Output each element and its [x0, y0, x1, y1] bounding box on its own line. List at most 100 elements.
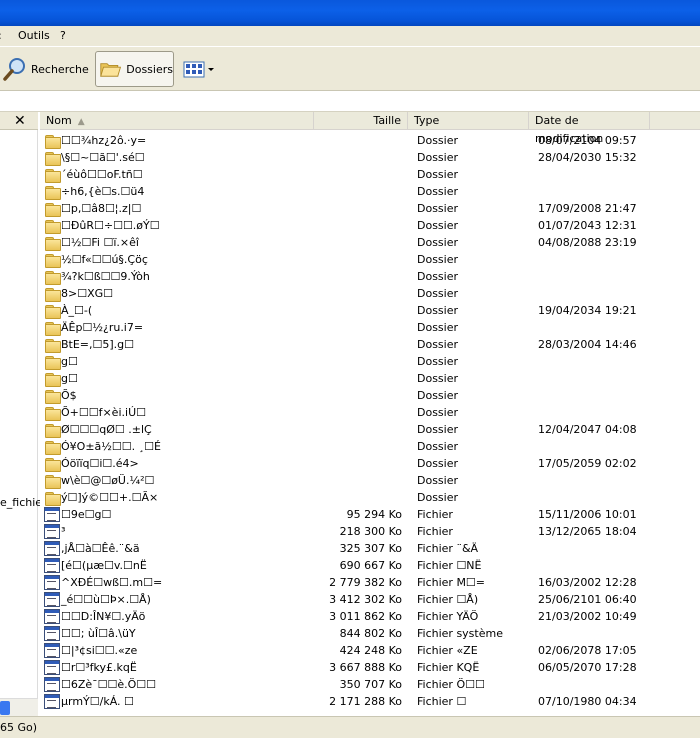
table-row[interactable]: Õ+☐☐f×èi.iÚ☐ Dossier: [40, 404, 700, 421]
folder-icon: [44, 269, 61, 285]
row-type: Fichier ¨&Ä: [417, 542, 479, 555]
scrollbar-thumb[interactable]: [0, 701, 10, 715]
row-date: 28/04/2030 15:32: [538, 151, 637, 164]
folder-icon: [44, 388, 61, 404]
table-row[interactable]: À_☐-(Dossier 19/04/2034 19:21: [40, 302, 700, 319]
row-name: Ó¥O±ã½☐☐. ¸☐É: [61, 440, 161, 453]
table-row[interactable]: Óöïïq☐i☐.é4> Dossier 17/05/2059 02:02: [40, 455, 700, 472]
horizontal-scrollbar[interactable]: [0, 698, 38, 716]
row-name: ☐☐; ùÎ☐â.\üY: [61, 627, 136, 640]
row-date: 17/05/2059 02:02: [538, 457, 637, 470]
column-header-name[interactable]: Nom ▲: [40, 112, 314, 130]
views-icon: [183, 61, 214, 78]
folder-icon: [44, 456, 61, 472]
row-type: Dossier: [417, 253, 459, 266]
views-button[interactable]: [181, 51, 217, 87]
search-button-label: Recherche: [31, 62, 89, 76]
column-header-date[interactable]: Date de modification: [529, 112, 650, 145]
row-name: ^XÐÉ☐wß☐.m☐=: [61, 576, 163, 589]
table-row[interactable]: [é☐(µæ☐v.☐nË 690 667 Ko Fichier ☐NË: [40, 557, 700, 574]
table-row[interactable]: w\è☐@☐øÜ.¼²☐ Dossier: [40, 472, 700, 489]
row-date: 02/06/2078 17:05: [538, 644, 637, 657]
table-row[interactable]: ☐|³¢si☐☐.«ze 424 248 Ko Fichier «ZE 02/06/2…: [40, 642, 700, 659]
search-icon: [3, 58, 25, 81]
table-row[interactable]: g☐ Dossier: [40, 370, 700, 387]
row-name: ¾?k☐ß☐☐9.Ýòh: [61, 270, 150, 283]
row-name: Õ$: [61, 389, 77, 402]
table-row[interactable]: ý☐]ý©☐☐+.☐Ã× Dossier: [40, 489, 700, 506]
row-name: g☐: [61, 372, 78, 385]
folder-icon: [44, 303, 61, 319]
row-type: Dossier: [417, 355, 459, 368]
file-icon: [44, 524, 60, 539]
table-row[interactable]: ☐r☐³fky£.kqË 3 667 888 Ko Fichier KQË 06/05…: [40, 659, 700, 676]
row-type: Dossier: [417, 134, 459, 147]
row-date: 21/03/2002 10:49: [538, 610, 637, 623]
search-button[interactable]: Recherche: [2, 51, 90, 87]
row-name: _é☐☐ù☐Þ×.☐Å): [61, 593, 151, 606]
table-row[interactable]: ☐½☐Fi ☐ï.×êî Dossier 04/08/2088 23:19: [40, 234, 700, 251]
table-row[interactable]: ¾?k☐ß☐☐9.Ýòh Dossier: [40, 268, 700, 285]
row-type: Fichier système: [417, 627, 503, 640]
column-header-size[interactable]: Taille: [314, 112, 408, 130]
table-row[interactable]: ☐ÐûR☐÷☐☐.øÝ☐ Dossier 01/07/2043 12:31: [40, 217, 700, 234]
folder-icon: [44, 337, 61, 353]
folder-icon: [44, 473, 61, 489]
menu-bar: : Outils ?: [0, 26, 700, 47]
column-header-type[interactable]: Type: [408, 112, 529, 130]
folder-icon: [44, 235, 61, 251]
menu-item-help[interactable]: ?: [60, 29, 66, 42]
table-row[interactable]: ☐9e☐g☐ 95 294 Ko Fichier 15/11/2006 10:01: [40, 506, 700, 523]
title-bar[interactable]: [0, 0, 700, 26]
table-row[interactable]: \§☐~☐ã☐'.sé☐ Dossier 28/04/2030 15:32: [40, 149, 700, 166]
table-row[interactable]: ½☐f«☐☐ú§.Çöç Dossier: [40, 251, 700, 268]
row-type: Dossier: [417, 219, 459, 232]
table-row[interactable]: ☐p,☐â8☐¦.z|☐ Dossier 17/09/2008 21:47: [40, 200, 700, 217]
row-name: ÄÊp☐½¿ru.i7=: [61, 321, 144, 334]
menu-item-outils[interactable]: Outils: [18, 29, 50, 42]
table-row[interactable]: µrmÝ☐/kÁ. ☐ 2 171 288 Ko Fichier ☐ 07/10/19…: [40, 693, 700, 710]
row-type: Dossier: [417, 185, 459, 198]
table-row[interactable]: ☐☐; ùÎ☐â.\üY 844 802 Ko Fichier système: [40, 625, 700, 642]
row-name: BtE=,☐5].g☐: [61, 338, 135, 351]
table-row[interactable]: ☐☐¾hz¿2ô.·y= Dossier 08/07/2104 09:57: [40, 132, 700, 149]
file-icon: [44, 592, 60, 607]
row-date: 15/11/2006 10:01: [538, 508, 637, 521]
row-type: Dossier: [417, 440, 459, 453]
folders-button[interactable]: Dossiers: [95, 51, 174, 87]
file-icon: [44, 643, 60, 658]
row-type: Dossier: [417, 202, 459, 215]
menu-item-edition[interactable]: :: [0, 29, 2, 42]
table-row[interactable]: _é☐☐ù☐Þ×.☐Å) 3 412 302 Ko Fichier ☐Å) 25/06…: [40, 591, 700, 608]
table-row[interactable]: ^XÐÉ☐wß☐.m☐= 2 779 382 Ko Fichier M☐= 16/03…: [40, 574, 700, 591]
row-size: 424 248 Ko: [339, 644, 402, 657]
row-size: 350 707 Ko: [339, 678, 402, 691]
row-size: 2 171 288 Ko: [329, 695, 402, 708]
table-row[interactable]: ÄÊp☐½¿ru.i7= Dossier: [40, 319, 700, 336]
table-row[interactable]: 8>☐XG☐ Dossier: [40, 285, 700, 302]
folders-pane-header: ✕: [0, 112, 38, 130]
table-row[interactable]: ÷h6,{è☐s.☐ü4 Dossier: [40, 183, 700, 200]
table-row[interactable]: g☐ Dossier: [40, 353, 700, 370]
row-type: Dossier: [417, 151, 459, 164]
row-type: Fichier «ZE: [417, 644, 478, 657]
table-row[interactable]: BtE=,☐5].g☐ Dossier 28/03/2004 14:46: [40, 336, 700, 353]
row-name: Õ+☐☐f×èi.iÚ☐: [61, 406, 146, 419]
row-name: ÷h6,{è☐s.☐ü4: [61, 185, 145, 198]
row-type: Fichier: [417, 508, 453, 521]
table-row[interactable]: ´éùô☐☐oF.tñ☐ Dossier: [40, 166, 700, 183]
table-row[interactable]: ³ 218 300 Ko Fichier 13/12/2065 18:04: [40, 523, 700, 540]
table-row[interactable]: Ó¥O±ã½☐☐. ¸☐É Dossier: [40, 438, 700, 455]
row-date: 28/03/2004 14:46: [538, 338, 637, 351]
table-row[interactable]: Ø☐☐☐qØ☐ .±lÇ Dossier 12/04/2047 04:08: [40, 421, 700, 438]
row-date: 17/09/2008 21:47: [538, 202, 637, 215]
row-type: Dossier: [417, 338, 459, 351]
table-row[interactable]: Õ$ Dossier: [40, 387, 700, 404]
table-row[interactable]: ☐6Zè¯☐☐è.Ö☐☐ 350 707 Ko Fichier Ö☐☐: [40, 676, 700, 693]
table-row[interactable]: ,jÅ☐à☐Êê.¨&ä 325 307 Ko Fichier ¨&Ä: [40, 540, 700, 557]
table-row[interactable]: ☐☐D:ÎN¥☐.yÄö 3 011 862 Ko Fichier YÄÖ 21/03…: [40, 608, 700, 625]
row-size: 325 307 Ko: [339, 542, 402, 555]
close-icon[interactable]: ✕: [14, 112, 26, 130]
file-icon: [44, 507, 60, 522]
address-bar[interactable]: [0, 91, 700, 112]
